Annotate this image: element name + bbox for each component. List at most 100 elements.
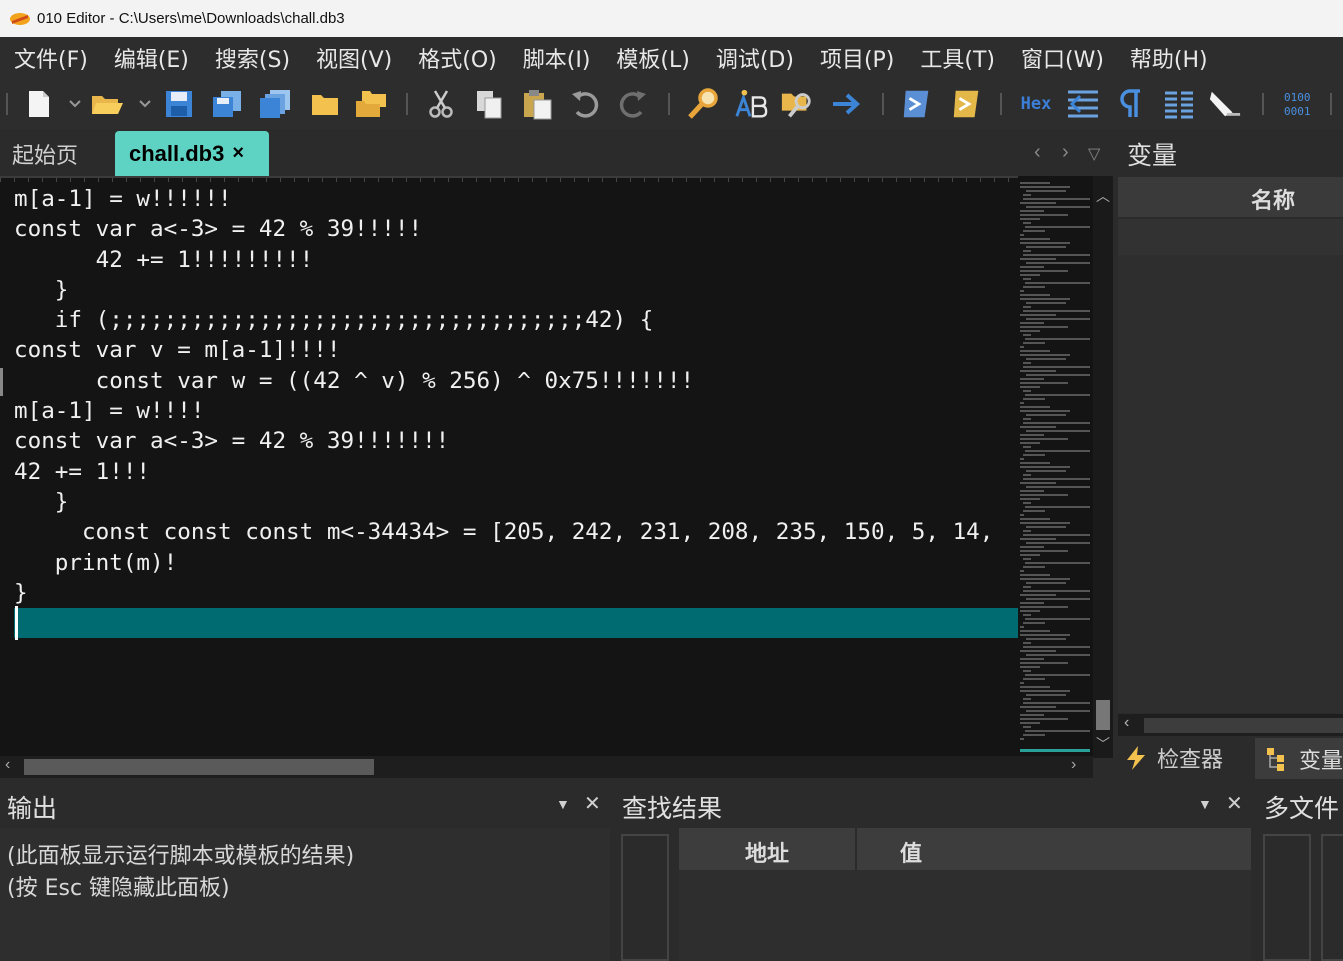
- run-template-icon[interactable]: [950, 87, 984, 121]
- output-panel[interactable]: (此面板显示运行脚本或模板的结果) (按 Esc 键隐藏此面板): [0, 828, 610, 961]
- tab-inspector[interactable]: 检查器: [1123, 742, 1223, 774]
- scroll-right-icon[interactable]: ›: [1071, 756, 1076, 774]
- minimap-line: [1023, 254, 1090, 256]
- multi-file-panel[interactable]: [1321, 834, 1343, 961]
- goto-arrow-icon[interactable]: [830, 87, 864, 121]
- hex-toggle[interactable]: Hex: [1016, 87, 1056, 121]
- find-results-sidebar[interactable]: [621, 834, 669, 961]
- minimap-line: [1020, 274, 1040, 276]
- scroll-up-icon[interactable]: ︿: [1096, 186, 1110, 206]
- column-value[interactable]: 值: [900, 836, 922, 868]
- menu-help[interactable]: 帮助(H): [1116, 42, 1208, 74]
- save-as-icon[interactable]: [210, 87, 244, 121]
- code-line[interactable]: 42 += 1!!!: [14, 457, 993, 487]
- code-line[interactable]: m[a-1] = w!!!!!!: [14, 184, 993, 214]
- minimap-line: [1023, 614, 1031, 616]
- dropdown-icon[interactable]: ▼: [1198, 796, 1212, 812]
- paste-icon[interactable]: [520, 87, 554, 121]
- menu-search[interactable]: 搜索(S): [201, 42, 290, 74]
- menu-project[interactable]: 项目(P): [806, 42, 894, 74]
- menu-script[interactable]: 脚本(I): [509, 42, 591, 74]
- menu-format[interactable]: 格式(O): [404, 42, 496, 74]
- minimap-line: [1020, 610, 1040, 612]
- chevron-down-icon[interactable]: ▽: [1088, 144, 1100, 164]
- new-file-icon[interactable]: [22, 87, 56, 121]
- menu-view[interactable]: 视图(V): [302, 42, 392, 74]
- column-address[interactable]: 地址: [745, 836, 789, 868]
- code-line[interactable]: }: [14, 275, 993, 305]
- dropdown-icon[interactable]: ▼: [556, 796, 570, 812]
- folder-icon[interactable]: [308, 87, 342, 121]
- chevron-left-icon[interactable]: ‹: [1034, 141, 1041, 164]
- find-icon[interactable]: [686, 87, 720, 121]
- scroll-thumb[interactable]: [24, 759, 374, 775]
- scroll-left-icon[interactable]: ‹: [1124, 714, 1129, 732]
- menu-tools[interactable]: 工具(T): [906, 42, 995, 74]
- close-icon[interactable]: ✕: [584, 791, 601, 816]
- code-text[interactable]: m[a-1] = w!!!!!! const var a<-3> = 42 % 3…: [14, 184, 993, 608]
- scroll-thumb[interactable]: [1096, 700, 1110, 730]
- copy-icon[interactable]: [472, 87, 506, 121]
- open-folder-icon[interactable]: [90, 87, 124, 121]
- find-results-list[interactable]: [679, 870, 1251, 961]
- multi-file-panel[interactable]: [1263, 834, 1311, 961]
- minimap-line: [1023, 422, 1090, 424]
- highlight-icon[interactable]: [1208, 87, 1242, 121]
- code-line[interactable]: print(m)!: [14, 548, 993, 578]
- undo-icon[interactable]: [568, 87, 602, 121]
- replace-icon[interactable]: [734, 87, 768, 121]
- list-item[interactable]: [1118, 219, 1343, 255]
- save-icon[interactable]: [162, 87, 196, 121]
- find-in-files-icon[interactable]: [780, 87, 814, 121]
- variables-list[interactable]: [1118, 255, 1343, 713]
- columns-icon[interactable]: [1066, 87, 1100, 121]
- code-line[interactable]: }: [14, 578, 993, 608]
- split-view-icon[interactable]: [1162, 87, 1196, 121]
- open-project-icon[interactable]: [354, 87, 388, 121]
- scroll-thumb[interactable]: [1144, 718, 1343, 733]
- run-script-icon[interactable]: [900, 87, 934, 121]
- column-header[interactable]: 名称: [1118, 177, 1343, 217]
- code-line[interactable]: }: [14, 487, 993, 517]
- chevron-right-icon[interactable]: ›: [1062, 141, 1069, 164]
- code-line[interactable]: const var w = ((42 ^ v) % 256) ^ 0x75!!!…: [14, 366, 993, 396]
- minimap-line: [1023, 222, 1031, 224]
- scroll-down-icon[interactable]: ﹀: [1096, 734, 1110, 754]
- menu-window[interactable]: 窗口(W): [1007, 42, 1104, 74]
- minimap-viewport[interactable]: [1020, 749, 1090, 752]
- save-all-icon[interactable]: [258, 87, 292, 121]
- panel-tabs: 检查器 变量: [1113, 738, 1343, 779]
- menu-template[interactable]: 模板(L): [602, 42, 689, 74]
- code-line[interactable]: const var a<-3> = 42 % 39!!!!!!!: [14, 426, 993, 456]
- scroll-left-icon[interactable]: ‹: [5, 756, 10, 774]
- tab-start-page[interactable]: 起始页: [12, 138, 78, 170]
- column-divider[interactable]: [855, 828, 857, 870]
- redo-icon[interactable]: [616, 87, 650, 121]
- minimap-line: [1020, 406, 1050, 408]
- tab-chall-db3[interactable]: chall.db3 ×: [115, 131, 269, 176]
- chevron-down-icon[interactable]: [60, 87, 90, 121]
- close-icon[interactable]: ×: [232, 142, 244, 165]
- code-editor[interactable]: m[a-1] = w!!!!!! const var a<-3> = 42 % 3…: [0, 176, 1018, 758]
- pilcrow-icon[interactable]: [1114, 87, 1148, 121]
- code-line[interactable]: const var a<-3> = 42 % 39!!!!!: [14, 214, 993, 244]
- code-line[interactable]: const var v = m[a-1]!!!!: [14, 335, 993, 365]
- code-line[interactable]: 42 += 1!!!!!!!!!: [14, 245, 993, 275]
- binary-icon[interactable]: 0100 0001: [1278, 87, 1318, 121]
- horizontal-scrollbar[interactable]: ‹: [1118, 714, 1343, 736]
- code-line[interactable]: m[a-1] = w!!!!: [14, 396, 993, 426]
- cut-icon[interactable]: [424, 87, 458, 121]
- minimap[interactable]: [1018, 176, 1093, 758]
- minimap-line: [1023, 194, 1031, 196]
- app-icon: [10, 12, 30, 25]
- vertical-scrollbar[interactable]: ︿ ﹀: [1093, 176, 1113, 758]
- menu-file[interactable]: 文件(F): [0, 42, 88, 74]
- chevron-down-icon[interactable]: [130, 87, 160, 121]
- code-line[interactable]: if (;;;;;;;;;;;;;;;;;;;;;;;;;;;;;;;;;;;4…: [14, 305, 993, 335]
- menu-debug[interactable]: 调试(D): [702, 42, 794, 74]
- close-icon[interactable]: ✕: [1226, 791, 1243, 816]
- code-line[interactable]: const const const m<-34434> = [205, 242,…: [14, 517, 993, 547]
- tab-variables[interactable]: 变量: [1255, 738, 1343, 779]
- menu-edit[interactable]: 编辑(E): [100, 42, 189, 74]
- horizontal-scrollbar[interactable]: ‹ ›: [0, 756, 1093, 778]
